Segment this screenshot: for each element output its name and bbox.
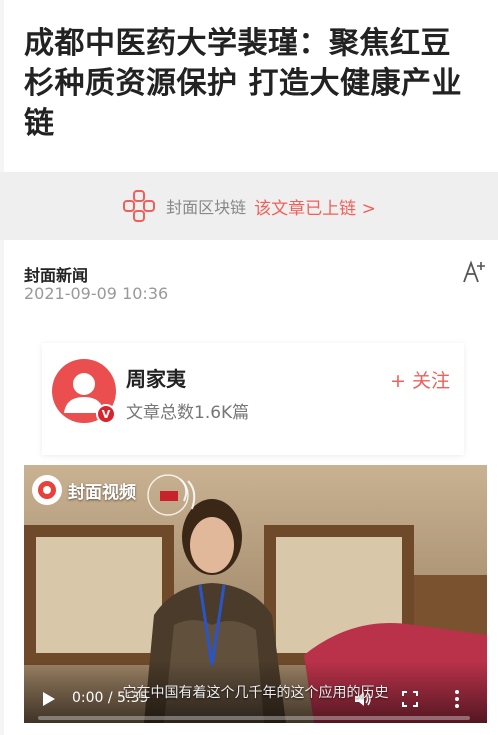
video-progress-bar[interactable] <box>38 716 470 720</box>
blockchain-bar[interactable]: 封面区块链 该文章已上链 > <box>0 172 498 240</box>
video-subtitle: 它在中国有着这个几千年的这个应用的历史 <box>122 685 389 701</box>
article-datetime: 2021-09-09 10:36 <box>24 284 169 303</box>
blockchain-icon <box>123 190 156 222</box>
author-card[interactable]: V 周家夷 文章总数1.6K篇 + 关注 <box>42 343 464 455</box>
article-header: 成都中医药大学裴瑾：聚焦红豆杉种质资源保护 打造大健康产业链 <box>4 0 498 172</box>
author-article-count: 文章总数1.6K篇 <box>126 403 250 423</box>
article-body: 封面新闻 2021-09-09 10:36 V 周家夷 文章总数1.6K篇 + … <box>4 240 498 735</box>
verified-badge: V <box>96 404 116 424</box>
video-brand: 封面视频 <box>32 475 136 505</box>
blockchain-label: 封面区块链 <box>166 198 247 217</box>
brand-name: 封面视频 <box>68 482 136 503</box>
article-source: 封面新闻 <box>24 266 89 285</box>
article-title: 成都中医药大学裴瑾：聚焦红豆杉种质资源保护 打造大健康产业链 <box>24 26 462 141</box>
video-player[interactable]: 封面视频 0:00 / 5:35 它在中国有着这个几千年的这个应用的历史 <box>24 465 487 723</box>
program-seal-logo <box>147 474 196 516</box>
font-size-icon[interactable] <box>462 258 488 284</box>
on-chain-link[interactable]: 该文章已上链 > <box>254 194 376 219</box>
author-name[interactable]: 周家夷 <box>126 363 186 392</box>
follow-button[interactable]: + 关注 <box>390 366 450 393</box>
brand-logo-icon <box>32 475 62 505</box>
